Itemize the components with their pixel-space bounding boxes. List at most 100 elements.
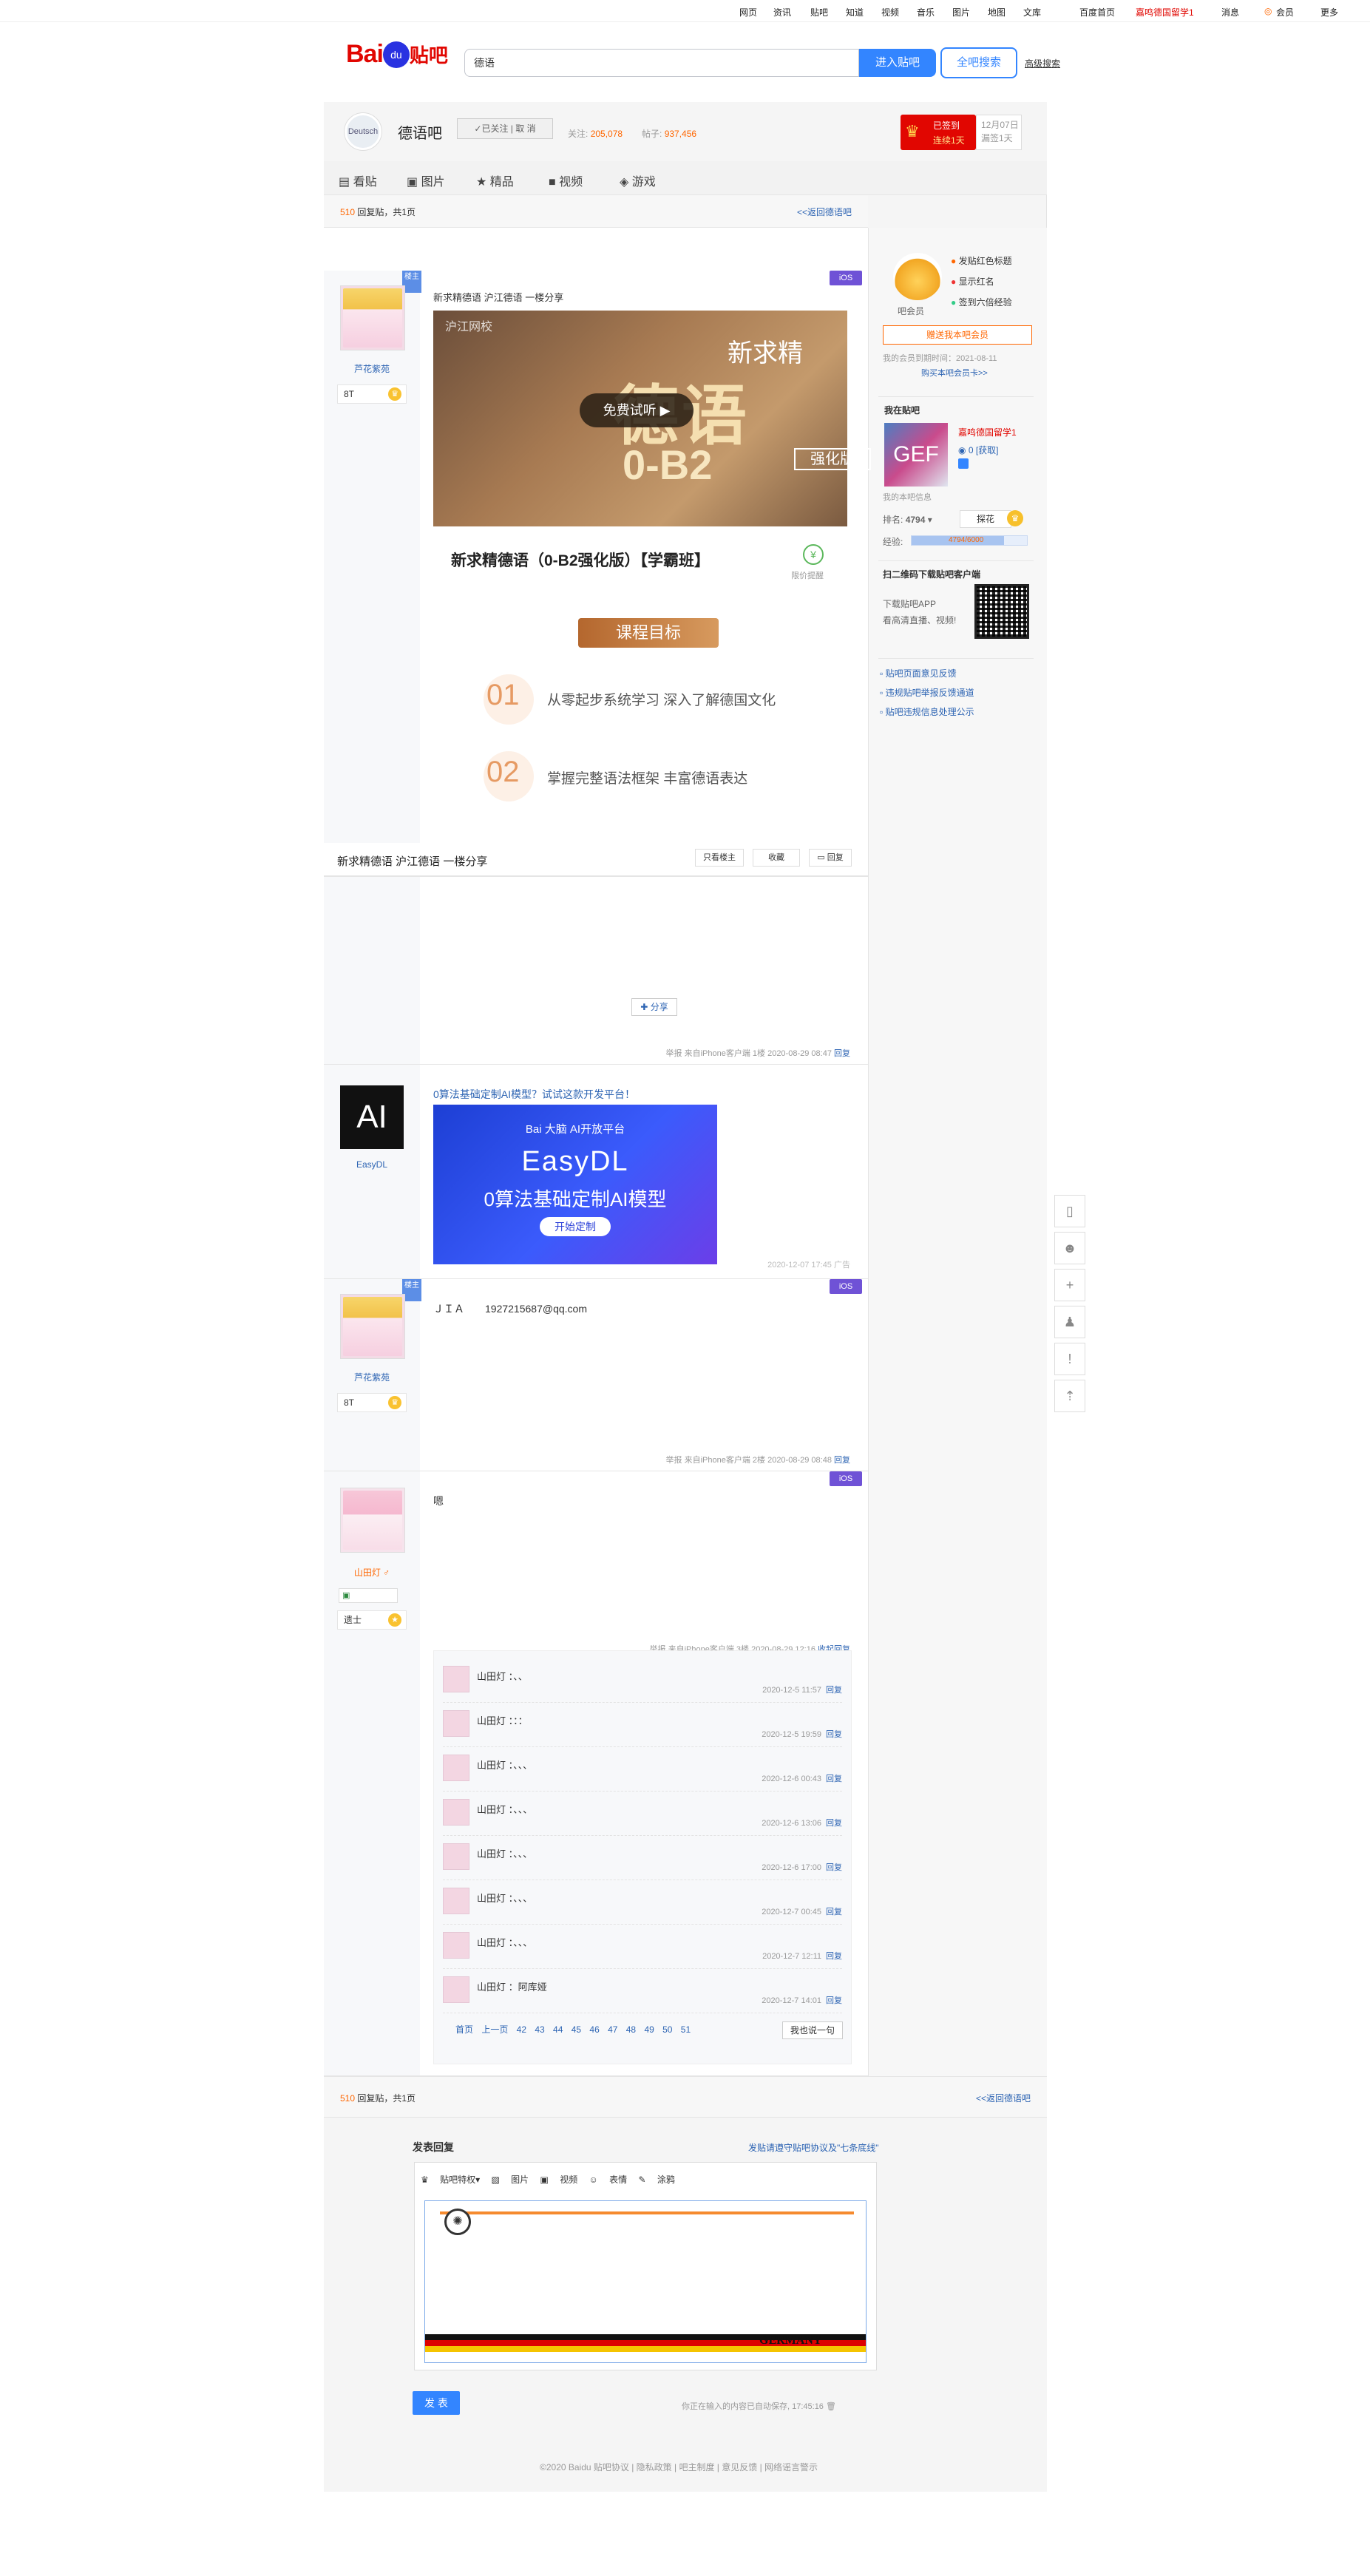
nav-tieba[interactable]: 贴吧 bbox=[810, 6, 828, 18]
avatar[interactable] bbox=[443, 1932, 469, 1959]
avatar[interactable] bbox=[340, 1294, 405, 1359]
qr-code[interactable] bbox=[974, 584, 1029, 639]
ios-badge: iOS bbox=[830, 271, 862, 285]
rules-link[interactable]: 发贴请遵守贴吧协议及"七条底线" bbox=[748, 2141, 879, 2154]
sign-in-badge[interactable]: ♛ 已签到 连续1天 bbox=[901, 115, 976, 150]
advanced-search-link[interactable]: 高级搜索 bbox=[1025, 57, 1060, 70]
reply-heading: 发表回复 bbox=[413, 2141, 454, 2153]
editor-toolbar: ♛ 贴吧特权▾ ▧ 图片 ▣ 视频 ☺ 表情 ✎ 涂鸦 bbox=[421, 2173, 675, 2186]
avatar[interactable] bbox=[443, 1888, 469, 1914]
nav-user[interactable]: 嘉鸣德国留学1 bbox=[1136, 6, 1194, 18]
ios-badge: iOS bbox=[830, 1279, 862, 1294]
list-item: 山田灯 ：、、、 2020-12-7 00:45 回复 bbox=[443, 1880, 842, 1925]
avatar[interactable] bbox=[443, 1755, 469, 1781]
image-tool[interactable]: ▧ 图片 bbox=[491, 2175, 529, 2185]
tab-games[interactable]: ◈ 游戏 bbox=[620, 172, 656, 189]
submit-button[interactable]: 发 表 bbox=[413, 2391, 460, 2415]
nav-msg[interactable]: 消息 bbox=[1221, 6, 1239, 18]
level-badge: 8T ♛ bbox=[337, 384, 407, 404]
nav-image[interactable]: 图片 bbox=[952, 6, 970, 18]
tab-posts[interactable]: ▤ 看贴 bbox=[339, 172, 377, 189]
level-icon: ♛ bbox=[1007, 510, 1023, 526]
buy-member-link[interactable]: 购买本吧会员卡>> bbox=[921, 367, 988, 379]
post-text: 新求精德语 沪江德语 一楼分享 bbox=[433, 292, 564, 303]
easydl-ad-image[interactable]: Bai 大脑 AI开放平台 EasyDL 0算法基础定制AI模型 开始定制 bbox=[433, 1105, 717, 1264]
user-avatar[interactable]: GEF bbox=[884, 423, 948, 487]
free-trial-button[interactable]: 免费试听 ▶ bbox=[580, 393, 694, 427]
search-input[interactable]: 德语 bbox=[464, 49, 859, 77]
nav-map[interactable]: 地图 bbox=[988, 6, 1006, 18]
nav-music[interactable]: 音乐 bbox=[917, 6, 935, 18]
thread-title: 新求精德语 沪江德语 一楼分享 bbox=[337, 855, 488, 868]
nav-video[interactable]: 视频 bbox=[881, 6, 899, 18]
followed-button[interactable]: ✓已关注 | 取 消 bbox=[457, 118, 553, 139]
collect-button[interactable]: 收藏 bbox=[753, 849, 800, 867]
post-text: ＪＩＡ 1927215687@qq.com bbox=[433, 1303, 587, 1315]
only-lz-button[interactable]: 只看楼主 bbox=[695, 849, 744, 867]
author-name[interactable]: 山田灯 ♂ bbox=[324, 1566, 420, 1579]
user-name[interactable]: 嘉鸣德国留学1 bbox=[958, 426, 1017, 438]
course-goal-banner: 课程目标 bbox=[578, 618, 719, 648]
video-tool[interactable]: ▣ 视频 bbox=[540, 2175, 578, 2185]
feedback-link[interactable]: ▫ 贴吧页面意见反馈 bbox=[880, 667, 957, 679]
bar-tabs: ▤ 看贴 ▣ 图片 ★ 精品 ■ 视频 ◈ 游戏 bbox=[324, 161, 1047, 195]
reply-button[interactable]: ▭ 回复 bbox=[809, 849, 852, 867]
nav-zhidao[interactable]: 知道 bbox=[846, 6, 864, 18]
ad-title-link[interactable]: 0算法基础定制AI模型？试试这款开发平台！ bbox=[433, 1087, 635, 1102]
user-icon[interactable]: ♟ bbox=[1054, 1306, 1085, 1338]
start-custom-button[interactable]: 开始定制 bbox=[540, 1217, 611, 1236]
privilege-tool[interactable]: ♛ 贴吧特权▾ bbox=[421, 2175, 480, 2185]
report-icon[interactable]: ! bbox=[1054, 1343, 1085, 1375]
list-item: 山田灯 ：、、、 2020-12-6 00:43 回复 bbox=[443, 1747, 842, 1792]
user-score[interactable]: ◉ 0 [获取] bbox=[958, 444, 999, 456]
course-ad-image[interactable]: 沪江网校 新求精 德语 0-B2 强化版 免费试听 ▶ bbox=[433, 311, 871, 526]
plus-icon[interactable]: + bbox=[1054, 1269, 1085, 1301]
back-to-bar-link[interactable]: <<返回德语吧 bbox=[976, 2092, 1031, 2104]
violation-link[interactable]: ▫ 贴吧违规信息处理公示 bbox=[880, 705, 974, 718]
ios-badge: iOS bbox=[830, 1471, 862, 1486]
baidu-tieba-logo[interactable]: Bai du 贴吧 bbox=[346, 40, 450, 75]
avatar[interactable] bbox=[340, 1488, 405, 1553]
enter-bar-button[interactable]: 进入贴吧 bbox=[859, 49, 936, 77]
avatar[interactable] bbox=[443, 1710, 469, 1737]
mask-icon[interactable]: ☻ bbox=[1054, 1232, 1085, 1264]
post-stat: 帖子: 937,456 bbox=[642, 129, 697, 139]
avatar[interactable] bbox=[443, 1799, 469, 1826]
say-something-button[interactable]: 我也说一句 bbox=[782, 2021, 843, 2039]
list-item: 山田灯 ：阿库娅 2020-12-7 14:01 回复 bbox=[443, 1969, 842, 2013]
avatar[interactable] bbox=[443, 1843, 469, 1870]
bar-avatar[interactable]: Deutsch bbox=[345, 113, 382, 150]
nav-web[interactable]: 网页 bbox=[739, 6, 757, 18]
author-name[interactable]: 芦花紫苑 bbox=[324, 362, 420, 375]
nav-wenku[interactable]: 文库 bbox=[1023, 6, 1041, 18]
nav-more[interactable]: 更多 bbox=[1320, 6, 1338, 18]
back-to-bar-link[interactable]: <<返回德语吧 bbox=[797, 206, 852, 218]
nav-vip[interactable]: 会员 bbox=[1276, 6, 1294, 18]
phone-icon[interactable]: ▯ bbox=[1054, 1195, 1085, 1227]
tab-images[interactable]: ▣ 图片 bbox=[407, 172, 445, 189]
author-name[interactable]: 芦花紫苑 bbox=[324, 1371, 420, 1383]
footer[interactable]: ©2020 Baidu 贴吧协议 | 隐私政策 | 吧主制度 | 意见反馈 | … bbox=[540, 2461, 818, 2473]
report-link[interactable]: ▫ 违规贴吧举报反馈通道 bbox=[880, 686, 974, 699]
emoji-tool[interactable]: ☺ 表情 bbox=[589, 2175, 628, 2185]
ad-author-name[interactable]: EasyDL bbox=[324, 1159, 420, 1170]
bar-name[interactable]: 德语吧 bbox=[398, 121, 442, 143]
share-button[interactable]: ✚ 分享 bbox=[631, 998, 677, 1016]
nav-news[interactable]: 资讯 bbox=[773, 6, 791, 18]
perk-six-exp: ● 签到六倍经验 bbox=[951, 297, 1012, 308]
avatar[interactable] bbox=[340, 285, 405, 350]
avatar[interactable] bbox=[443, 1976, 469, 2003]
tab-videos[interactable]: ■ 视频 bbox=[549, 172, 583, 189]
post-floor-2: 楼主 芦花紫苑 8T ♛ iOS ＪＩＡ 1927215687@qq.com 举报… bbox=[324, 1279, 868, 1471]
reply-textarea[interactable]: ✺ GERMANY bbox=[424, 2200, 867, 2363]
sub-reply-pager[interactable]: 首页 上一页 42 43 44 45 46 47 48 49 50 51 bbox=[455, 2023, 691, 2036]
gift-member-button[interactable]: 赠送我本吧会员 bbox=[883, 325, 1032, 345]
ai-avatar[interactable]: AI bbox=[340, 1085, 404, 1149]
back-to-top-icon[interactable]: ⇡ bbox=[1054, 1380, 1085, 1412]
tab-featured[interactable]: ★ 精品 bbox=[476, 172, 514, 189]
doodle-tool[interactable]: ✎ 涂鸦 bbox=[639, 2175, 675, 2185]
list-item: 山田灯 ：、、、 2020-12-6 13:06 回复 bbox=[443, 1792, 842, 1836]
nav-home[interactable]: 百度首页 bbox=[1079, 6, 1115, 18]
avatar[interactable] bbox=[443, 1666, 469, 1692]
search-all-button[interactable]: 全吧搜索 bbox=[940, 47, 1017, 78]
